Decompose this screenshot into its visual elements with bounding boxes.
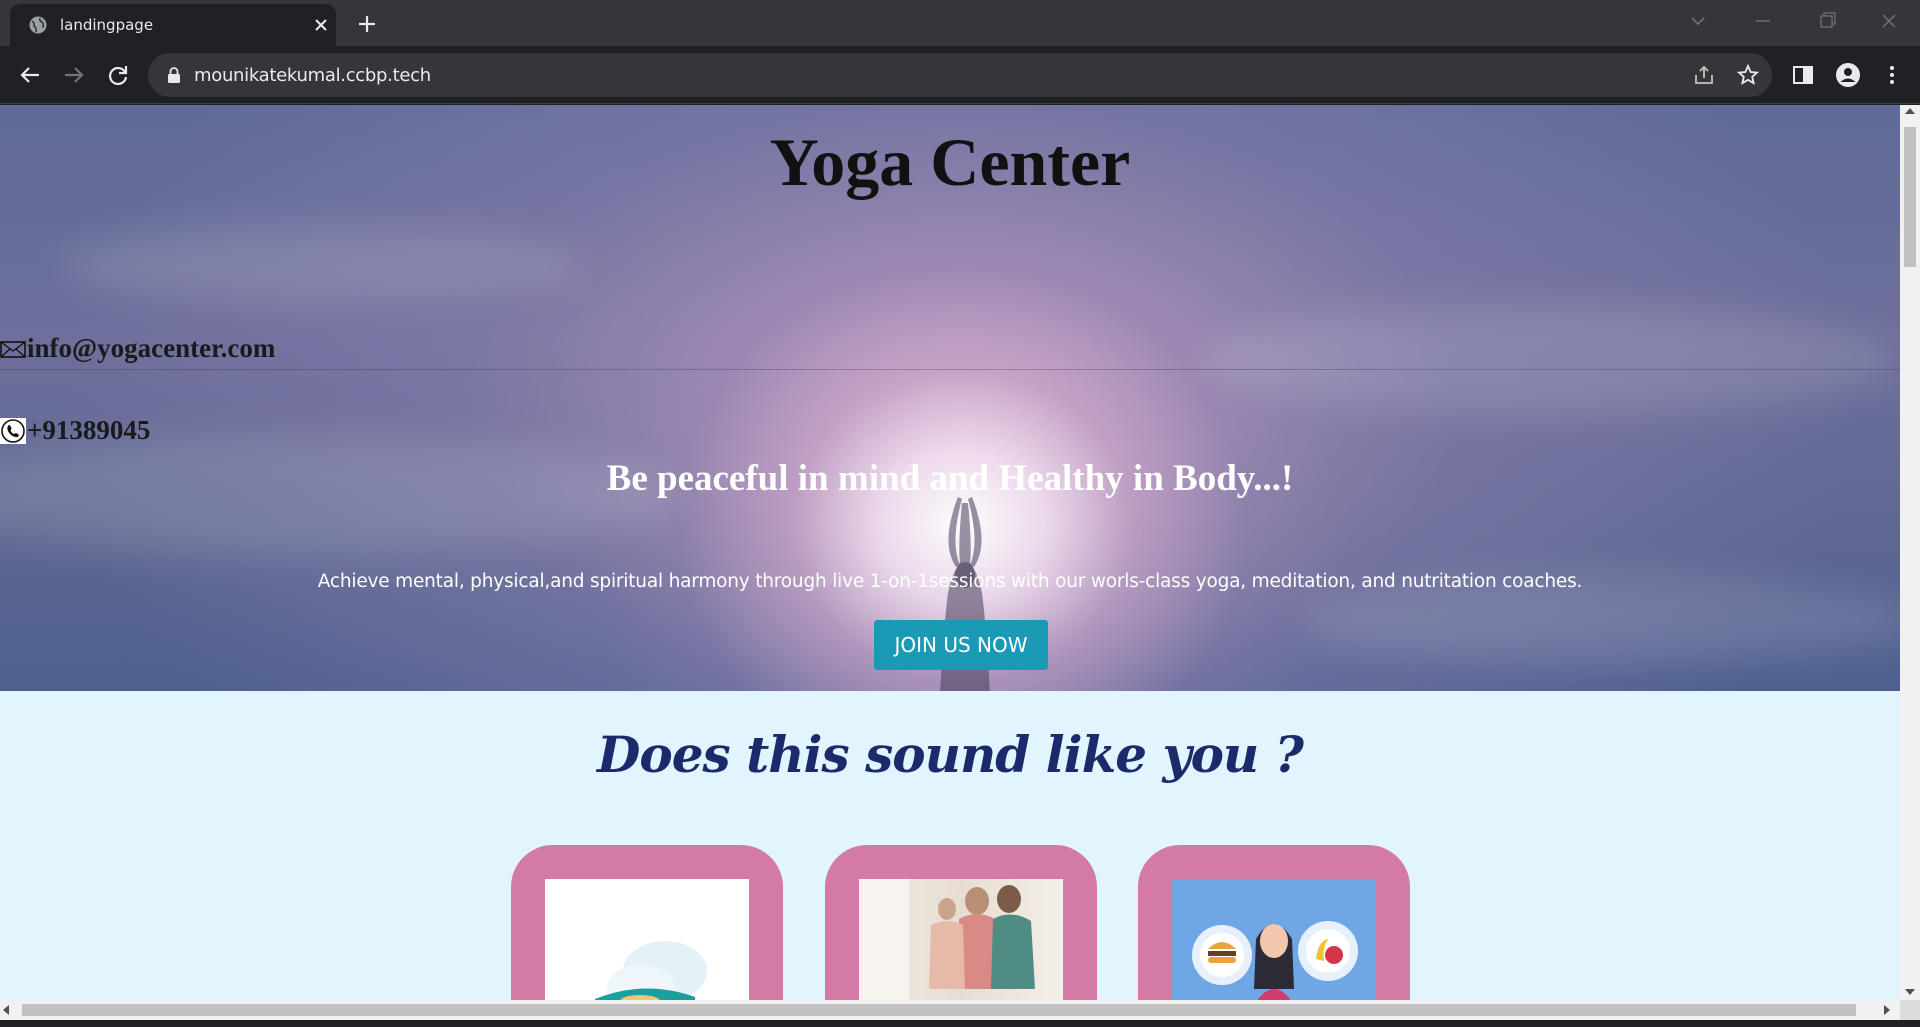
yoga-class-photo — [859, 879, 1035, 1000]
join-us-button[interactable]: JOIN US NOW — [874, 620, 1048, 670]
phone-text[interactable]: +91389045 — [27, 415, 150, 446]
lock-icon[interactable] — [166, 66, 182, 84]
restore-icon[interactable] — [1812, 8, 1842, 34]
scroll-right-arrow-icon[interactable] — [1884, 1005, 1890, 1015]
close-tab-icon[interactable] — [310, 14, 332, 36]
tab-search-icon[interactable] — [1683, 8, 1713, 34]
hero-headline: Be peaceful in mind and Healthy in Body.… — [606, 458, 1294, 499]
window-bottom-edge — [0, 1020, 1920, 1027]
feature-card[interactable] — [825, 845, 1097, 1000]
email-contact: info@yogacenter.com — [0, 333, 275, 364]
vertical-scrollbar[interactable] — [1900, 105, 1920, 1000]
url-text: mounikatekumal.ccbp.tech — [194, 65, 431, 86]
header-divider — [0, 369, 1900, 370]
card-photo-yoga-class — [859, 879, 1063, 1000]
cloud-decoration — [60, 225, 580, 305]
cloud-decoration — [1200, 305, 1900, 415]
new-tab-icon[interactable] — [354, 11, 380, 37]
side-panel-icon[interactable] — [1789, 61, 1817, 89]
hero-section: Yoga Center info@yogacenter.com +9138904… — [0, 105, 1900, 691]
close-window-icon[interactable] — [1874, 8, 1904, 34]
section-heading: Does this sound like you ? — [597, 725, 1304, 784]
feature-card[interactable] — [511, 845, 783, 1000]
back-icon[interactable] — [15, 60, 45, 90]
minimize-icon[interactable] — [1748, 8, 1778, 34]
forward-icon[interactable] — [59, 60, 89, 90]
horizontal-scrollbar[interactable] — [0, 1000, 1900, 1020]
page-viewport: Yoga Center info@yogacenter.com +9138904… — [0, 105, 1900, 1000]
phone-icon — [0, 417, 26, 444]
hero-description: Achieve mental, physical,and spiritual h… — [317, 571, 1583, 592]
horizontal-scroll-thumb[interactable] — [22, 1004, 1856, 1016]
scroll-up-arrow-icon[interactable] — [1905, 108, 1915, 114]
scroll-left-arrow-icon[interactable] — [3, 1005, 9, 1015]
vertical-scroll-thumb[interactable] — [1904, 127, 1916, 267]
browser-tab[interactable]: landingpage — [10, 4, 336, 46]
stress-illustration — [595, 941, 707, 1000]
card-illustration-stress — [545, 879, 749, 1000]
feature-card[interactable] — [1138, 845, 1410, 1000]
card-illustration-diet — [1172, 879, 1376, 1000]
reload-icon[interactable] — [103, 60, 133, 90]
site-title: Yoga Center — [769, 124, 1131, 200]
scrollbar-corner — [1900, 1000, 1920, 1020]
address-bar[interactable]: mounikatekumal.ccbp.tech — [148, 53, 1772, 97]
menu-icon[interactable] — [1878, 61, 1906, 89]
tab-title: landingpage — [60, 16, 154, 34]
diet-illustration — [1192, 921, 1358, 1000]
phone-contact: +91389045 — [0, 415, 150, 446]
globe-icon — [29, 16, 47, 34]
share-icon[interactable] — [1692, 63, 1716, 87]
profile-avatar-icon[interactable] — [1834, 61, 1862, 89]
tab-strip: landingpage — [0, 0, 1920, 46]
scroll-down-arrow-icon[interactable] — [1905, 989, 1915, 995]
bookmark-star-icon[interactable] — [1736, 63, 1760, 87]
mail-icon — [0, 340, 26, 358]
browser-toolbar: mounikatekumal.ccbp.tech — [0, 46, 1920, 104]
email-text[interactable]: info@yogacenter.com — [27, 333, 275, 364]
